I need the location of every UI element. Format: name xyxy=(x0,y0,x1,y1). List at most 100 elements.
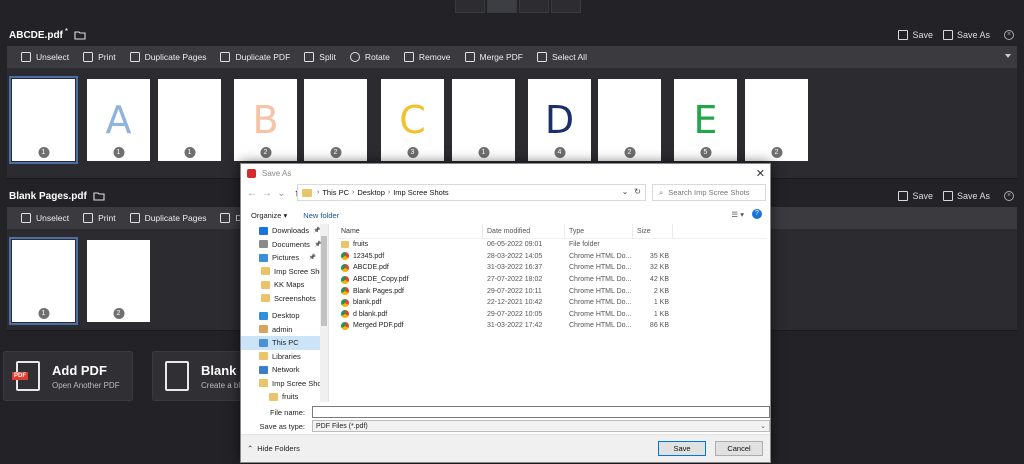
save-as-button[interactable]: Save As xyxy=(942,191,990,201)
merge-pdf-icon xyxy=(464,52,475,62)
print-button[interactable]: Print xyxy=(77,46,121,68)
toolbar-expand-icon[interactable] xyxy=(1005,54,1011,58)
column-date[interactable]: Date modified xyxy=(483,223,565,239)
nav-item[interactable]: Libraries xyxy=(241,350,328,364)
file-type-cell: Chrome HTML Do... xyxy=(569,252,632,260)
nav-scrollbar[interactable] xyxy=(320,224,328,402)
file-row[interactable]: blank.pdf 22-12-2021 10:42 Chrome HTML Do.… xyxy=(337,297,767,309)
close-icon[interactable]: × xyxy=(1004,30,1014,40)
file-name-input[interactable] xyxy=(312,406,770,418)
column-name[interactable]: Name xyxy=(337,223,483,239)
file-row[interactable]: ABCDE.pdf 31-03-2022 16:37 Chrome HTML Do.… xyxy=(337,262,767,274)
duplicate-pdf-button[interactable]: Duplicate PDF xyxy=(214,46,296,68)
file-row[interactable]: Merged PDF.pdf 31-03-2022 17:42 Chrome HTM… xyxy=(337,320,767,332)
organize-menu[interactable]: Organize ▾ xyxy=(251,211,287,220)
refresh-icon[interactable]: ↻ xyxy=(634,187,641,196)
chrome-pdf-icon xyxy=(341,298,349,307)
address-dropdown-icon[interactable]: ⌄ xyxy=(622,187,629,196)
add-pdf-card[interactable]: PDF Add PDF Open Another PDF xyxy=(3,351,133,401)
dialog-save-button[interactable]: Save xyxy=(658,441,706,456)
nav-item[interactable]: fruits xyxy=(241,390,328,404)
folder-icon xyxy=(259,379,268,388)
duplicate-pages-button[interactable]: Duplicate Pages xyxy=(124,207,213,229)
file-row[interactable]: 12345.pdf 28-03-2022 14:05 Chrome HTML Do.… xyxy=(337,251,767,263)
column-size[interactable]: Size xyxy=(633,223,673,239)
open-folder-icon[interactable] xyxy=(74,30,86,40)
page-thumbnail[interactable]: 2 xyxy=(87,240,150,322)
remove-button[interactable]: Remove xyxy=(398,46,457,68)
page-thumbnail[interactable]: A1 xyxy=(87,79,150,161)
unselect-button[interactable]: Unselect xyxy=(15,207,75,229)
page-thumbnail[interactable]: 2 xyxy=(745,79,808,161)
hide-folders-toggle[interactable]: ⌃ Hide Folders xyxy=(247,444,300,453)
file-name-cell: Blank Pages.pdf xyxy=(337,287,483,296)
split-button[interactable]: Split xyxy=(298,46,342,68)
blank-pdf-card[interactable]: Blank P Create a bla xyxy=(152,351,252,401)
save-button[interactable]: Save xyxy=(898,30,933,40)
nav-scrollbar-thumb[interactable] xyxy=(321,236,327,326)
nav-item[interactable]: Imp Scree Shots xyxy=(241,377,328,391)
page-thumbnail[interactable]: D4 xyxy=(528,79,591,161)
view-split-button[interactable] xyxy=(551,0,581,13)
nav-item[interactable]: This PC xyxy=(241,336,328,350)
view-grid-button[interactable] xyxy=(487,0,517,13)
file-row[interactable]: ABCDE_Copy.pdf 27-07-2022 18:02 Chrome HTM… xyxy=(337,274,767,286)
close-icon[interactable]: × xyxy=(1004,191,1014,201)
search-input[interactable]: ⌕ Search Imp Scree Shots xyxy=(652,184,766,201)
nav-item[interactable]: Downloads 📌 xyxy=(241,224,328,238)
page-thumbnail[interactable]: C3 xyxy=(381,79,444,161)
unselect-button[interactable]: Unselect xyxy=(15,46,75,68)
save-button[interactable]: Save xyxy=(898,191,933,201)
view-options-icon[interactable]: ☰ ▾ xyxy=(731,210,744,219)
merge-pdf-button[interactable]: Merge PDF xyxy=(459,46,529,68)
page-thumbnail[interactable]: 2 xyxy=(598,79,661,161)
duplicate-pages-button[interactable]: Duplicate Pages xyxy=(124,46,213,68)
page-thumbnail[interactable]: 1 xyxy=(452,79,515,161)
help-icon[interactable]: ? xyxy=(752,209,762,219)
dialog-cancel-button[interactable]: Cancel xyxy=(715,441,763,456)
nav-item[interactable]: Documents 📌 xyxy=(241,238,328,252)
nav-item[interactable]: admin xyxy=(241,323,328,337)
breadcrumb-item[interactable]: Desktop xyxy=(357,188,385,197)
new-folder-button[interactable]: New folder xyxy=(303,211,339,220)
nav-item[interactable]: Network xyxy=(241,363,328,377)
nav-item[interactable]: KK Maps xyxy=(241,278,328,292)
save-as-button[interactable]: Save As xyxy=(942,30,990,40)
rotate-button[interactable]: Rotate xyxy=(344,46,396,68)
nav-item[interactable]: Imp Scree Shots xyxy=(241,265,328,279)
file-name-text: Merged PDF.pdf xyxy=(353,322,404,330)
column-type[interactable]: Type xyxy=(565,223,633,239)
view-multi-button[interactable] xyxy=(519,0,549,13)
save-type-row: Save as type: PDF Files (*.pdf) ⌄ xyxy=(241,419,770,433)
recent-dropdown-icon[interactable]: ⌄ xyxy=(277,188,286,199)
dialog-close-icon[interactable]: ✕ xyxy=(756,167,765,180)
document-title: Blank Pages.pdf xyxy=(9,190,87,202)
page-thumbnail[interactable]: 2 xyxy=(304,79,367,161)
page-thumbnail[interactable]: 1 xyxy=(9,237,78,325)
desktop-icon xyxy=(259,311,268,320)
nav-item[interactable]: Screenshots xyxy=(241,292,328,306)
breadcrumb-item[interactable]: This PC xyxy=(322,188,349,197)
page-thumbnail[interactable]: 1 xyxy=(158,79,221,161)
forward-arrow-icon[interactable]: → xyxy=(262,188,272,199)
file-row[interactable]: Blank Pages.pdf 29-07-2022 10:11 Chrome HT… xyxy=(337,285,767,297)
address-bar[interactable]: › This PC › Desktop › Imp Scree Shots ⌄ … xyxy=(297,184,646,201)
page-number-badge: 3 xyxy=(407,147,418,158)
nav-item[interactable]: Pictures 📌 xyxy=(241,251,328,265)
page-thumbnail[interactable]: B2 xyxy=(234,79,297,161)
libraries-icon xyxy=(259,352,268,361)
breadcrumb-item[interactable]: Imp Scree Shots xyxy=(393,188,448,197)
file-row[interactable]: d blank.pdf 29-07-2022 10:05 Chrome HTML D… xyxy=(337,309,767,321)
page-thumbnail[interactable]: 1 xyxy=(9,76,78,164)
select-all-button[interactable]: Select All xyxy=(531,46,593,68)
open-folder-icon[interactable] xyxy=(93,191,105,201)
nav-item[interactable]: Desktop xyxy=(241,309,328,323)
view-single-button[interactable] xyxy=(455,0,485,13)
chrome-pdf-icon xyxy=(341,252,349,261)
page-thumbnail[interactable]: E5 xyxy=(674,79,737,161)
print-button[interactable]: Print xyxy=(77,207,121,229)
save-type-select[interactable]: PDF Files (*.pdf) ⌄ xyxy=(312,420,770,432)
chrome-pdf-icon xyxy=(341,275,349,284)
back-arrow-icon[interactable]: ← xyxy=(247,188,257,199)
file-row[interactable]: fruits 06-05-2022 09:01 File folder xyxy=(337,239,767,251)
